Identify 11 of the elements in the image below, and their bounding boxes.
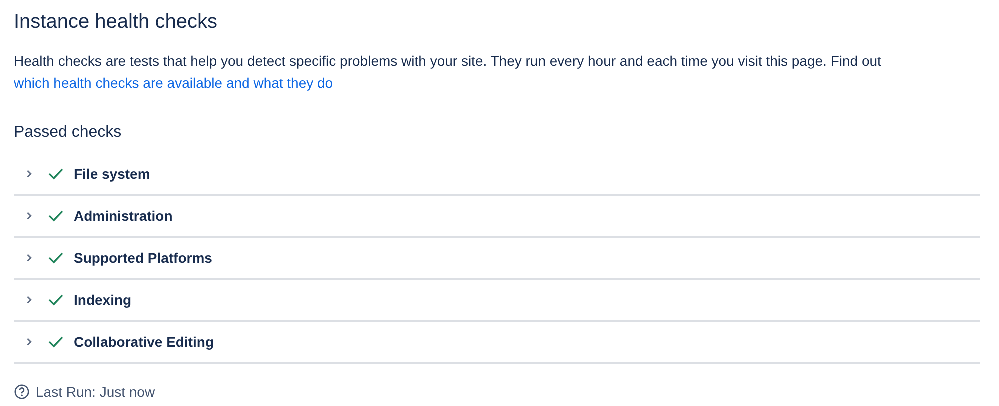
help-link[interactable]: which health checks are available and what they do bbox=[14, 75, 334, 91]
section-title: Passed checks bbox=[14, 123, 123, 143]
check-label[interactable]: Collaborative Editing bbox=[74, 334, 214, 350]
check-label[interactable]: Indexing bbox=[74, 292, 132, 308]
description-text: Health checks are tests that help you detect specific problems with your site. They run every hour and each time you visit this page. Find out which health checks are available and what they do bbox=[14, 52, 882, 93]
help-icon bbox=[14, 384, 30, 400]
last-run-text: Last Run: Just now bbox=[36, 384, 156, 400]
check-label[interactable]: File system bbox=[74, 166, 150, 182]
check-label[interactable]: Supported Platforms bbox=[74, 250, 212, 266]
page-title: Instance health checks bbox=[14, 10, 218, 35]
check-label[interactable]: Administration bbox=[74, 208, 173, 224]
